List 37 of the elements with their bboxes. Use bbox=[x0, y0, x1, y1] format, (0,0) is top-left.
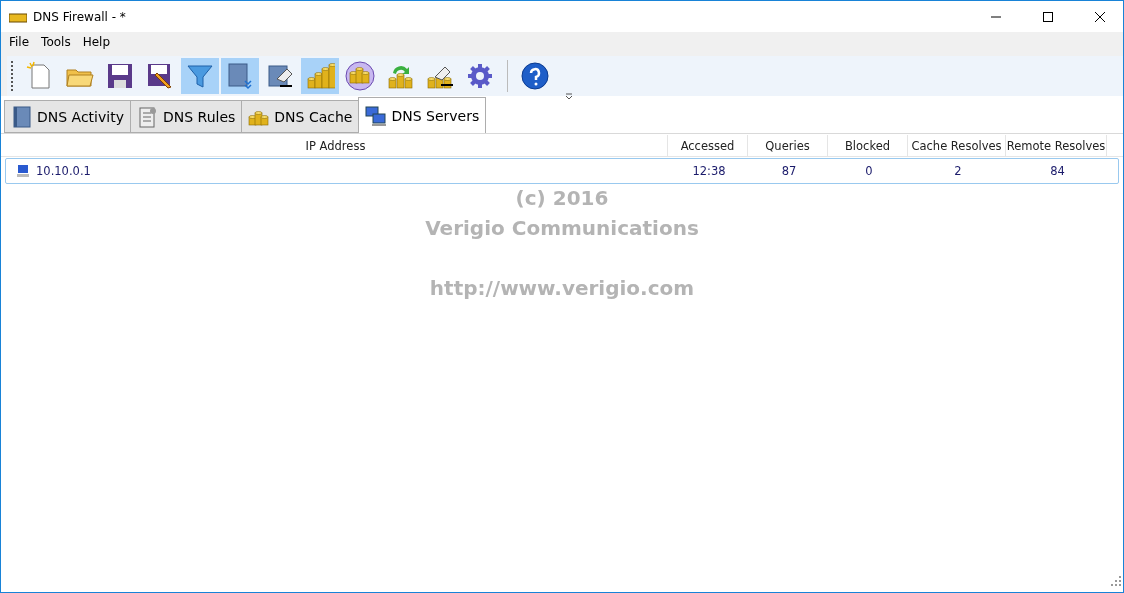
menu-item[interactable]: File bbox=[3, 35, 36, 49]
background-text: Verigio Communications bbox=[425, 215, 699, 242]
close-icon bbox=[1095, 11, 1105, 22]
table-row[interactable]: 10.10.0.1 12:38 87 0 2 84 bbox=[5, 158, 1119, 184]
settings-icon bbox=[465, 61, 495, 91]
menu-item[interactable]: Tools bbox=[35, 35, 77, 49]
column-header[interactable]: Cache Resolves bbox=[908, 135, 1006, 156]
overflow-icon[interactable] bbox=[564, 91, 574, 101]
table-cell: 87 bbox=[781, 164, 797, 178]
table-cell: 10.10.0.1 bbox=[36, 164, 91, 178]
column-header[interactable]: Accessed bbox=[668, 135, 748, 156]
sheet-dropdown-icon bbox=[225, 61, 255, 91]
window-title: DNS Firewall - * bbox=[33, 9, 127, 24]
menu-item[interactable]: Help bbox=[76, 35, 116, 49]
network-computers-icon bbox=[365, 104, 388, 127]
coin-stacks-icon bbox=[305, 61, 335, 91]
maximize-icon bbox=[1043, 11, 1053, 22]
help-icon bbox=[520, 61, 550, 91]
computer-icon bbox=[16, 164, 30, 178]
tab[interactable]: DNS Cache bbox=[241, 100, 360, 133]
column-header[interactable]: Queries bbox=[748, 135, 828, 156]
background-text: http://www.verigio.com bbox=[429, 275, 695, 302]
column-header[interactable]: Blocked bbox=[828, 135, 908, 156]
document-list-icon bbox=[136, 105, 159, 128]
tab[interactable]: DNS Servers bbox=[358, 97, 487, 133]
table-cell: 0 bbox=[865, 164, 873, 178]
coins-circle-icon bbox=[345, 61, 375, 91]
table-cell: 12:38 bbox=[692, 164, 726, 178]
tab[interactable]: DNS Rules bbox=[129, 100, 243, 133]
book-icon bbox=[11, 105, 33, 128]
tab[interactable]: DNS Activity bbox=[4, 100, 131, 133]
column-header[interactable]: Remote Resolves bbox=[1006, 135, 1107, 156]
table-cell: 84 bbox=[1050, 164, 1065, 178]
resize-grip-icon[interactable] bbox=[1111, 576, 1121, 586]
column-header[interactable]: IP Address bbox=[4, 135, 668, 156]
background-text: (c) 2016 bbox=[515, 185, 609, 212]
table-cell: 2 bbox=[954, 164, 962, 178]
